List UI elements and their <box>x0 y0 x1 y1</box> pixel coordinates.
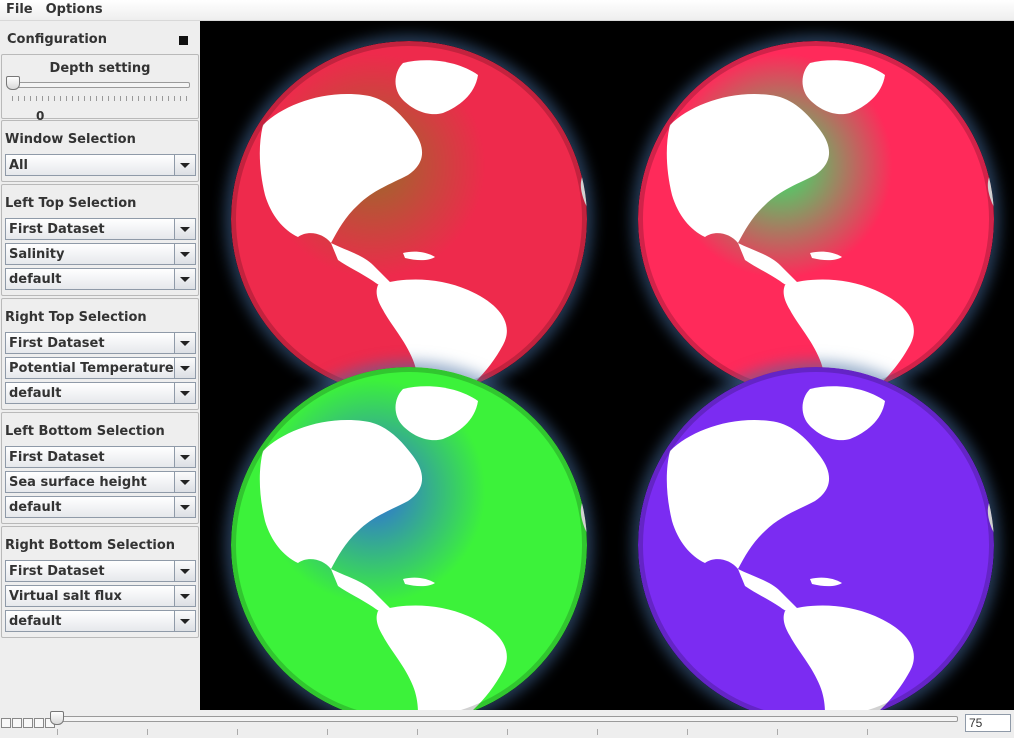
right-bottom-colormap-combo[interactable]: default <box>5 610 196 632</box>
right-top-selection-group: Right Top Selection First Dataset Potent… <box>1 298 199 410</box>
right-bottom-dataset-value: First Dataset <box>9 564 105 579</box>
chevron-down-icon[interactable] <box>174 269 195 289</box>
left-bottom-dataset-combo[interactable]: First Dataset <box>5 446 196 468</box>
chevron-down-icon[interactable] <box>174 155 195 175</box>
chevron-down-icon[interactable] <box>174 497 195 517</box>
timeline-step-blocks <box>1 718 56 728</box>
globe-map-svg <box>638 41 994 397</box>
right-top-variable-combo[interactable]: Potential Temperature <box>5 357 196 379</box>
configuration-header: Configuration <box>0 21 199 53</box>
right-top-selection-title: Right Top Selection <box>5 310 147 325</box>
right-top-dataset-value: First Dataset <box>9 336 105 351</box>
chevron-down-icon[interactable] <box>174 244 195 264</box>
timeline-bar <box>0 710 1014 738</box>
depth-slider-track[interactable] <box>10 82 190 88</box>
chevron-down-icon[interactable] <box>174 611 195 631</box>
left-bottom-variable-combo[interactable]: Sea surface height <box>5 471 196 493</box>
left-top-dataset-combo[interactable]: First Dataset <box>5 218 196 240</box>
depth-slider-ticks <box>12 96 190 101</box>
chevron-down-icon[interactable] <box>174 586 195 606</box>
left-top-variable-combo[interactable]: Salinity <box>5 243 196 265</box>
right-bottom-selection-group: Right Bottom Selection First Dataset Vir… <box>1 526 199 638</box>
right-bottom-variable-combo[interactable]: Virtual salt flux <box>5 585 196 607</box>
chevron-down-icon[interactable] <box>174 472 195 492</box>
right-top-colormap-combo[interactable]: default <box>5 382 196 404</box>
left-top-colormap-combo[interactable]: default <box>5 268 196 290</box>
timeline-slider-track[interactable] <box>56 716 958 722</box>
configuration-panel: Configuration Depth setting 0 Window Sel… <box>0 21 199 710</box>
left-top-variable-value: Salinity <box>9 247 65 262</box>
step-block[interactable] <box>12 718 22 728</box>
step-block[interactable] <box>1 718 11 728</box>
left-bottom-selection-group: Left Bottom Selection First Dataset Sea … <box>1 412 199 524</box>
left-bottom-colormap-value: default <box>9 500 62 515</box>
chevron-down-icon[interactable] <box>174 561 195 581</box>
chevron-down-icon[interactable] <box>174 219 195 239</box>
globe-map-svg <box>231 367 587 710</box>
globe-right-bottom[interactable] <box>638 367 994 710</box>
window-selection-title: Window Selection <box>5 132 136 147</box>
left-bottom-selection-title: Left Bottom Selection <box>5 424 165 439</box>
step-block[interactable] <box>34 718 44 728</box>
step-block[interactable] <box>23 718 33 728</box>
chevron-down-icon[interactable] <box>174 358 195 378</box>
right-top-dataset-combo[interactable]: First Dataset <box>5 332 196 354</box>
depth-setting-label: Depth setting <box>49 61 151 76</box>
left-top-selection-title: Left Top Selection <box>5 196 137 211</box>
globe-left-top[interactable] <box>231 41 587 397</box>
menu-options[interactable]: Options <box>40 0 110 20</box>
globe-map-svg <box>638 367 994 710</box>
chevron-down-icon[interactable] <box>174 383 195 403</box>
menu-bar: File Options <box>0 0 1014 21</box>
right-top-variable-value: Potential Temperature <box>9 361 174 376</box>
window-selection-group: Window Selection All <box>1 120 199 182</box>
menu-file[interactable]: File <box>0 0 40 20</box>
right-bottom-dataset-combo[interactable]: First Dataset <box>5 560 196 582</box>
left-top-colormap-value: default <box>9 272 62 287</box>
globe-viewport[interactable] <box>200 21 1014 710</box>
depth-setting-group: Depth setting 0 <box>1 54 199 123</box>
left-bottom-variable-value: Sea surface height <box>9 475 147 490</box>
right-bottom-selection-title: Right Bottom Selection <box>5 538 176 553</box>
depth-slider-thumb[interactable] <box>6 76 20 90</box>
globe-left-bottom[interactable] <box>231 367 587 710</box>
right-top-colormap-value: default <box>9 386 62 401</box>
left-bottom-dataset-value: First Dataset <box>9 450 105 465</box>
chevron-down-icon[interactable] <box>174 447 195 467</box>
window-selection-value: All <box>9 158 28 173</box>
timeline-slider-thumb[interactable] <box>50 711 64 725</box>
window-selection-combo[interactable]: All <box>5 154 196 176</box>
configuration-title: Configuration <box>7 32 107 47</box>
left-top-dataset-value: First Dataset <box>9 222 105 237</box>
collapse-toggle-icon[interactable] <box>179 36 188 45</box>
timeline-value-input[interactable] <box>965 714 1011 732</box>
globe-map-svg <box>231 41 587 397</box>
timeline-ticks <box>57 729 957 735</box>
right-bottom-variable-value: Virtual salt flux <box>9 589 122 604</box>
right-bottom-colormap-value: default <box>9 614 62 629</box>
globe-right-top[interactable] <box>638 41 994 397</box>
left-bottom-colormap-combo[interactable]: default <box>5 496 196 518</box>
chevron-down-icon[interactable] <box>174 333 195 353</box>
left-top-selection-group: Left Top Selection First Dataset Salinit… <box>1 184 199 296</box>
